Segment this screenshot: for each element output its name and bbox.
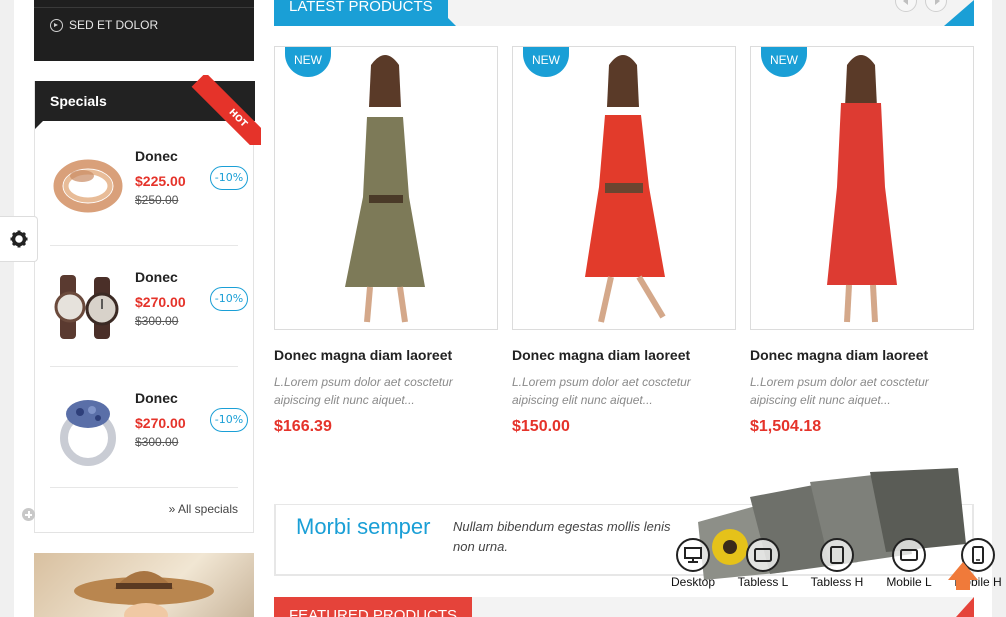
special-old-price: $300.00 — [135, 314, 179, 328]
hat-model-icon — [74, 571, 214, 617]
dress-model-image — [585, 55, 666, 323]
promo-text: Nullam bibendum egestas mollis lenis non… — [453, 519, 671, 554]
device-label: Tabless H — [810, 575, 864, 589]
device-label: Mobile L — [886, 575, 932, 589]
product-description: L.Lorem psum dolor aet cosctetur aipisci… — [274, 375, 453, 407]
product-description: L.Lorem psum dolor aet cosctetur aipisci… — [512, 375, 691, 407]
mobile-landscape-icon — [892, 538, 926, 572]
scroll-top-arrow-icon[interactable] — [946, 560, 980, 592]
product-card[interactable]: NEW Donec magna diam laoreet L.Lorem psu… — [512, 46, 736, 436]
desktop-icon — [676, 538, 710, 572]
product-image[interactable]: NEW — [750, 46, 974, 330]
device-tablet-portrait-button[interactable]: Tabless H — [808, 538, 866, 589]
all-specials-link[interactable]: » All specials — [169, 502, 238, 516]
product-name[interactable]: Donec magna diam laoreet — [274, 347, 498, 363]
carousel-prev-button[interactable] — [895, 0, 917, 12]
bracelet-image[interactable] — [52, 146, 124, 226]
device-label: Desktop — [670, 575, 716, 589]
settings-tab[interactable] — [0, 216, 38, 262]
latest-products-header: LATEST PRODUCTS — [274, 0, 974, 26]
product-image[interactable]: NEW — [512, 46, 736, 330]
category-item[interactable]: SED ET DOLOR — [50, 18, 158, 32]
product-image[interactable]: NEW — [274, 46, 498, 330]
product-price: $150.00 — [512, 418, 570, 435]
product-name[interactable]: Donec magna diam laoreet — [512, 347, 736, 363]
discount-badge: -10% — [210, 166, 248, 190]
gear-icon — [10, 230, 27, 248]
dress-model-image — [345, 55, 425, 323]
special-item[interactable]: Donec $270.00 $300.00 -10% — [50, 368, 248, 488]
product-description: L.Lorem psum dolor aet cosctetur aipisci… — [750, 375, 929, 407]
category-item-label: SED ET DOLOR — [69, 18, 159, 32]
special-old-price: $250.00 — [135, 193, 179, 207]
product-card[interactable]: NEW Donec magna diam laoreet L.Lorem psu… — [750, 46, 974, 436]
featured-products-header: FEATURED PRODUCTS — [274, 597, 974, 617]
special-name[interactable]: Donec — [135, 390, 178, 406]
promo-banner-image[interactable] — [34, 553, 254, 617]
tablet-portrait-icon — [820, 538, 854, 572]
device-label: Tabless L — [737, 575, 789, 589]
device-mobile-landscape-button[interactable]: Mobile L — [880, 538, 938, 589]
product-card[interactable]: NEW Donec magna diam laoreet L.Lorem psu… — [274, 46, 498, 436]
dress-model-image — [827, 55, 897, 323]
discount-badge: -10% — [210, 408, 248, 432]
dress-shape — [827, 103, 897, 285]
special-price: $225.00 — [135, 173, 186, 189]
discount-badge: -10% — [210, 287, 248, 311]
category-menu: SED ET DOLOR — [34, 0, 254, 61]
header-corner-decoration — [956, 597, 974, 617]
product-name[interactable]: Donec magna diam laoreet — [750, 347, 974, 363]
ring-image[interactable] — [52, 388, 124, 468]
product-price: $1,504.18 — [750, 418, 822, 435]
divider — [34, 7, 254, 8]
promo-title: Morbi semper — [296, 514, 431, 539]
special-price: $270.00 — [135, 415, 186, 431]
special-item[interactable]: Donec $270.00 $300.00 -10% — [50, 247, 248, 367]
product-price: $166.39 — [274, 418, 332, 435]
circle-arrow-icon — [50, 18, 63, 32]
device-desktop-button[interactable]: Desktop — [664, 538, 722, 589]
device-tablet-landscape-button[interactable]: Tabless L — [734, 538, 792, 589]
special-name[interactable]: Donec — [135, 148, 178, 164]
watches-image[interactable] — [52, 267, 124, 347]
specials-title: Specials — [50, 93, 107, 109]
specials-box: Specials HOT Donec $225.00 $250.00 -10% … — [34, 75, 261, 533]
plus-circle-icon[interactable] — [22, 508, 35, 521]
header-corner-decoration — [944, 0, 974, 26]
special-name[interactable]: Donec — [135, 269, 178, 285]
special-price: $270.00 — [135, 294, 186, 310]
tablet-landscape-icon — [746, 538, 780, 572]
dress-shape — [585, 115, 665, 277]
special-item[interactable]: Donec $225.00 $250.00 -10% — [50, 126, 248, 246]
latest-products-title: LATEST PRODUCTS — [274, 0, 456, 26]
featured-products-title: FEATURED PRODUCTS — [274, 597, 473, 617]
special-old-price: $300.00 — [135, 435, 179, 449]
